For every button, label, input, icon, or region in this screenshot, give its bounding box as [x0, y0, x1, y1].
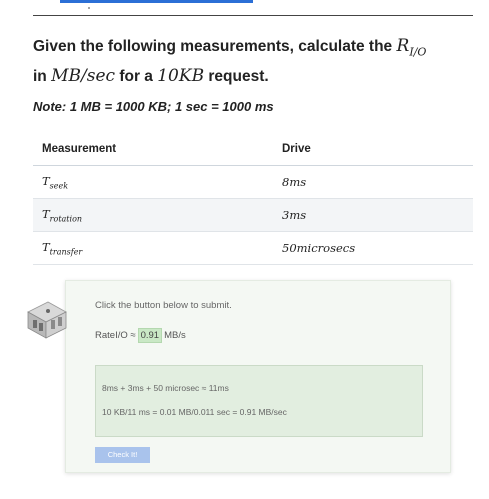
- size-math: 10KB: [157, 66, 205, 87]
- question-text: Given the following measurements, calcul…: [33, 34, 473, 89]
- answer-label: RateI/O ≈: [95, 330, 136, 341]
- measurement-cell: Tseek: [33, 165, 273, 199]
- unit-math: MB/sec: [51, 66, 116, 87]
- header-measurement: Measurement: [33, 132, 273, 166]
- rate-variable: RI/O: [396, 36, 427, 59]
- dot-marker: [88, 7, 90, 9]
- table-row: Tseek 8ms: [33, 165, 473, 199]
- check-button[interactable]: Check It!: [95, 447, 150, 463]
- drive-value: 50microsecs: [273, 231, 473, 265]
- progress-bar: [60, 0, 253, 3]
- drive-value: 8ms: [273, 165, 473, 199]
- answer-unit: MB/s: [164, 330, 186, 341]
- answer-row: RateI/O ≈ 0.91 MB/s: [95, 328, 186, 343]
- table-row: Trotation 3ms: [33, 198, 473, 232]
- table-header-row: Measurement Drive: [33, 132, 473, 166]
- answer-input[interactable]: 0.91: [137, 328, 163, 343]
- note-text: Note: 1 MB = 1000 KB; 1 sec = 1000 ms: [33, 99, 274, 114]
- instruction-text: Click the button below to submit.: [95, 300, 232, 311]
- question-suffix: request.: [204, 68, 269, 86]
- solution-line-2: 10 KB/11 ms = 0.01 MB/0.011 sec = 0.91 M…: [102, 407, 287, 417]
- solution-line-1: 8ms + 3ms + 50 microsec ≈ 11ms: [102, 383, 229, 393]
- question-for: for a: [115, 68, 158, 86]
- robot-mascot-icon: [27, 301, 67, 339]
- measurement-cell: Ttransfer: [33, 231, 273, 265]
- measurement-cell: Trotation: [33, 198, 273, 232]
- drive-value: 3ms: [273, 198, 473, 232]
- solution-box: 8ms + 3ms + 50 microsec ≈ 11ms 10 KB/11 …: [95, 365, 423, 437]
- divider: [33, 15, 473, 16]
- header-drive: Drive: [273, 132, 473, 166]
- table-row: Ttransfer 50microsecs: [33, 231, 473, 265]
- question-in: in: [33, 68, 52, 86]
- quiz-card: Click the button below to submit. RateI/…: [65, 280, 451, 473]
- question-prefix: Given the following measurements, calcul…: [33, 38, 397, 55]
- measurement-table: Measurement Drive Tseek 8ms Trotation 3m…: [33, 132, 473, 265]
